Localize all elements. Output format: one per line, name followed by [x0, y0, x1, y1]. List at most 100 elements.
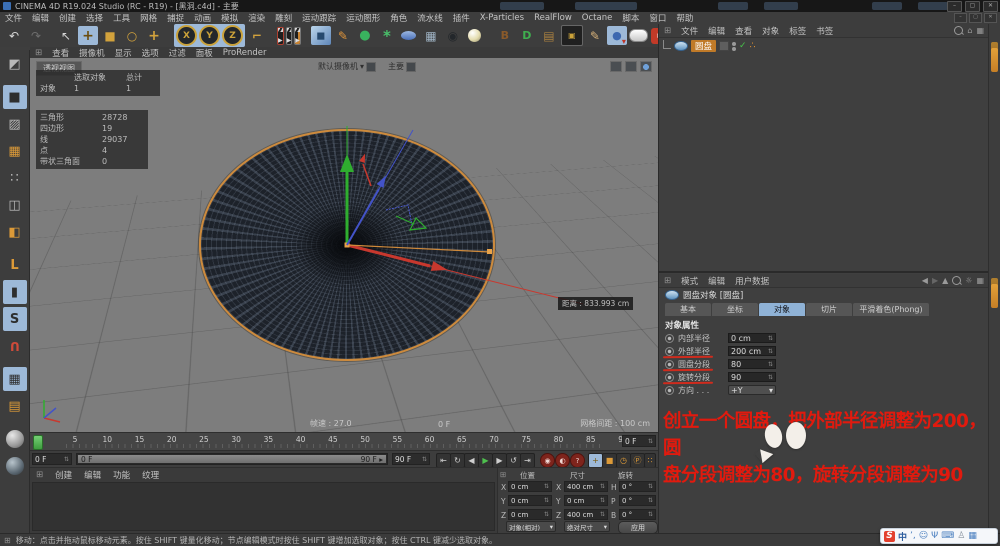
- polygons-mode-button[interactable]: ◧: [3, 220, 27, 244]
- panel-divider[interactable]: [659, 271, 989, 273]
- viewport-material-1[interactable]: [3, 427, 27, 451]
- rotate-tool[interactable]: ○: [122, 26, 142, 45]
- key-rotation-toggle[interactable]: ◷: [616, 453, 631, 468]
- menu-mograph[interactable]: 运动图形: [341, 12, 385, 24]
- vp-menu-panel[interactable]: 面板: [191, 47, 218, 59]
- primitive-cube-button[interactable]: ◼: [311, 26, 331, 45]
- redo-button[interactable]: ↷: [26, 26, 46, 45]
- timeline-ruler[interactable]: 510 1520 2530 3540 4550 5560 6570 7580 8…: [30, 432, 658, 450]
- om-menu-edit[interactable]: 编辑: [703, 25, 730, 37]
- points-tag-icon[interactable]: ∴: [750, 41, 756, 51]
- enabled-check-icon[interactable]: ✓: [739, 41, 747, 51]
- current-frame-field[interactable]: 0 F⇅: [32, 453, 72, 465]
- om-menu-file[interactable]: 文件: [676, 25, 703, 37]
- disc-segments-field[interactable]: 80⇅: [728, 359, 776, 369]
- key-position-toggle[interactable]: +: [588, 453, 603, 468]
- playhead[interactable]: [33, 435, 43, 450]
- panel-icon[interactable]: ⊞: [659, 26, 676, 36]
- default-camera-tab[interactable]: 默认摄像机▾: [318, 61, 376, 72]
- emoji-icon[interactable]: ☺: [919, 531, 928, 541]
- material-list-area[interactable]: [32, 482, 495, 531]
- menu-tools[interactable]: 工具: [108, 12, 135, 24]
- person-icon[interactable]: ♙: [957, 531, 965, 541]
- magnet-button[interactable]: U: [3, 334, 27, 358]
- home-icon[interactable]: ⌂: [967, 26, 972, 35]
- orientation-dropdown[interactable]: +Y▾: [728, 385, 776, 395]
- om-menu-view[interactable]: 查看: [730, 25, 757, 37]
- mat-menu-texture[interactable]: 纹理: [136, 469, 165, 481]
- record-objects-button[interactable]: ◉: [540, 453, 555, 468]
- rotation-segments-field[interactable]: 90⇅: [728, 372, 776, 382]
- range-bar[interactable]: 0 F90 F ▸: [78, 455, 386, 463]
- keyframe-selection-button[interactable]: ?: [570, 453, 585, 468]
- undo-button[interactable]: ↶: [4, 26, 24, 45]
- object-row-disc[interactable]: 圆盘 ✓ ∴: [663, 40, 755, 52]
- sogou-logo-icon[interactable]: S: [884, 531, 895, 542]
- frame-range-slider[interactable]: 0 F90 F ▸: [76, 453, 388, 465]
- spline-pen-button[interactable]: ✎: [333, 26, 353, 45]
- menu-octane[interactable]: Octane: [577, 13, 618, 23]
- goto-start-button[interactable]: ⇤: [436, 453, 451, 468]
- menu-mesh[interactable]: 网格: [135, 12, 162, 24]
- viewport-material-2[interactable]: [3, 454, 27, 478]
- vp-menu-display[interactable]: 显示: [110, 47, 137, 59]
- menu-pipeline[interactable]: 流水线: [412, 12, 448, 24]
- enable-axis-button[interactable]: ▮: [3, 280, 27, 304]
- stepper-icon[interactable]: ⇅: [64, 456, 69, 463]
- tab-basic[interactable]: 基本: [665, 303, 711, 316]
- position-x-field[interactable]: 0 cm⇅: [508, 481, 552, 492]
- camera-button[interactable]: ◉: [443, 26, 463, 45]
- scale-tool[interactable]: ■: [100, 26, 120, 45]
- menu-motion-tracker[interactable]: 运动跟踪: [297, 12, 341, 24]
- panel-icon[interactable]: ⊞: [30, 48, 47, 58]
- lock-workplane-button[interactable]: ▦: [3, 367, 27, 391]
- coord-mode-dropdown[interactable]: 对象(相对)▾: [506, 521, 556, 532]
- size-x-field[interactable]: 400 cm⇅: [564, 481, 608, 492]
- size-z-field[interactable]: 400 cm⇅: [564, 509, 608, 520]
- toolbox-icon[interactable]: ▦: [968, 531, 977, 541]
- light-button[interactable]: [465, 26, 485, 45]
- move-tool[interactable]: +: [78, 26, 98, 45]
- autokey-button[interactable]: ◐: [555, 453, 570, 468]
- bodypaint-button[interactable]: B: [495, 26, 515, 45]
- rotation-h-field[interactable]: 0 °⇅: [619, 481, 656, 492]
- layout-icon[interactable]: ▦: [976, 276, 984, 285]
- close-button[interactable]: ✕: [983, 1, 998, 12]
- tab-slice[interactable]: 切片: [806, 303, 852, 316]
- menu-window[interactable]: 窗口: [644, 12, 671, 24]
- key-parameter-toggle[interactable]: Ⓟ: [630, 453, 645, 468]
- key-radio-icon[interactable]: [665, 386, 674, 395]
- om-menu-tags[interactable]: 标签: [784, 25, 811, 37]
- mograph-button[interactable]: *: [377, 26, 397, 45]
- tab-coordinates[interactable]: 坐标: [712, 303, 758, 316]
- layout-icon[interactable]: ▦: [976, 26, 984, 35]
- prev-frame-button[interactable]: ◀: [464, 453, 479, 468]
- render-view-button[interactable]: ▶: [277, 27, 284, 45]
- snap-button[interactable]: S: [3, 307, 27, 331]
- timeline-frame-field[interactable]: 0 F⇅: [622, 435, 656, 447]
- points-mode-button[interactable]: ∷: [3, 166, 27, 190]
- menu-render[interactable]: 渲染: [243, 12, 270, 24]
- mat-menu-edit[interactable]: 编辑: [78, 469, 107, 481]
- quantize-button[interactable]: ▤: [3, 394, 27, 418]
- menu-script[interactable]: 脚本: [617, 12, 644, 24]
- chinese-mode-icon[interactable]: 中: [898, 530, 907, 543]
- vp-menu-options[interactable]: 选项: [137, 47, 164, 59]
- main-view-tab[interactable]: 主要: [388, 61, 416, 72]
- minimize-button[interactable]: –: [947, 1, 962, 12]
- am-menu-mode[interactable]: 模式: [676, 275, 703, 287]
- lock-x-axis-button[interactable]: X: [176, 25, 197, 46]
- viewport[interactable]: 透视视图 默认摄像机▾ 主要 选取对象 总计 对象 1 1 三角形28728: [30, 58, 658, 432]
- am-menu-userdata[interactable]: 用户数据: [730, 275, 774, 287]
- om-menu-bookmarks[interactable]: 书签: [811, 25, 838, 37]
- menu-character[interactable]: 角色: [385, 12, 412, 24]
- stepper-icon[interactable]: ⇅: [648, 438, 653, 445]
- history-back-icon[interactable]: ◀: [922, 276, 928, 285]
- sculpt-button[interactable]: ✎: [585, 26, 605, 45]
- last-tool-button[interactable]: +: [144, 26, 164, 45]
- render-to-picture-viewer-button[interactable]: ▶: [286, 27, 293, 45]
- menu-xparticles[interactable]: X-Particles: [475, 13, 529, 23]
- uv-tools-button[interactable]: D: [517, 26, 537, 45]
- menu-animate[interactable]: 动画: [189, 12, 216, 24]
- position-y-field[interactable]: 0 cm⇅: [508, 495, 552, 506]
